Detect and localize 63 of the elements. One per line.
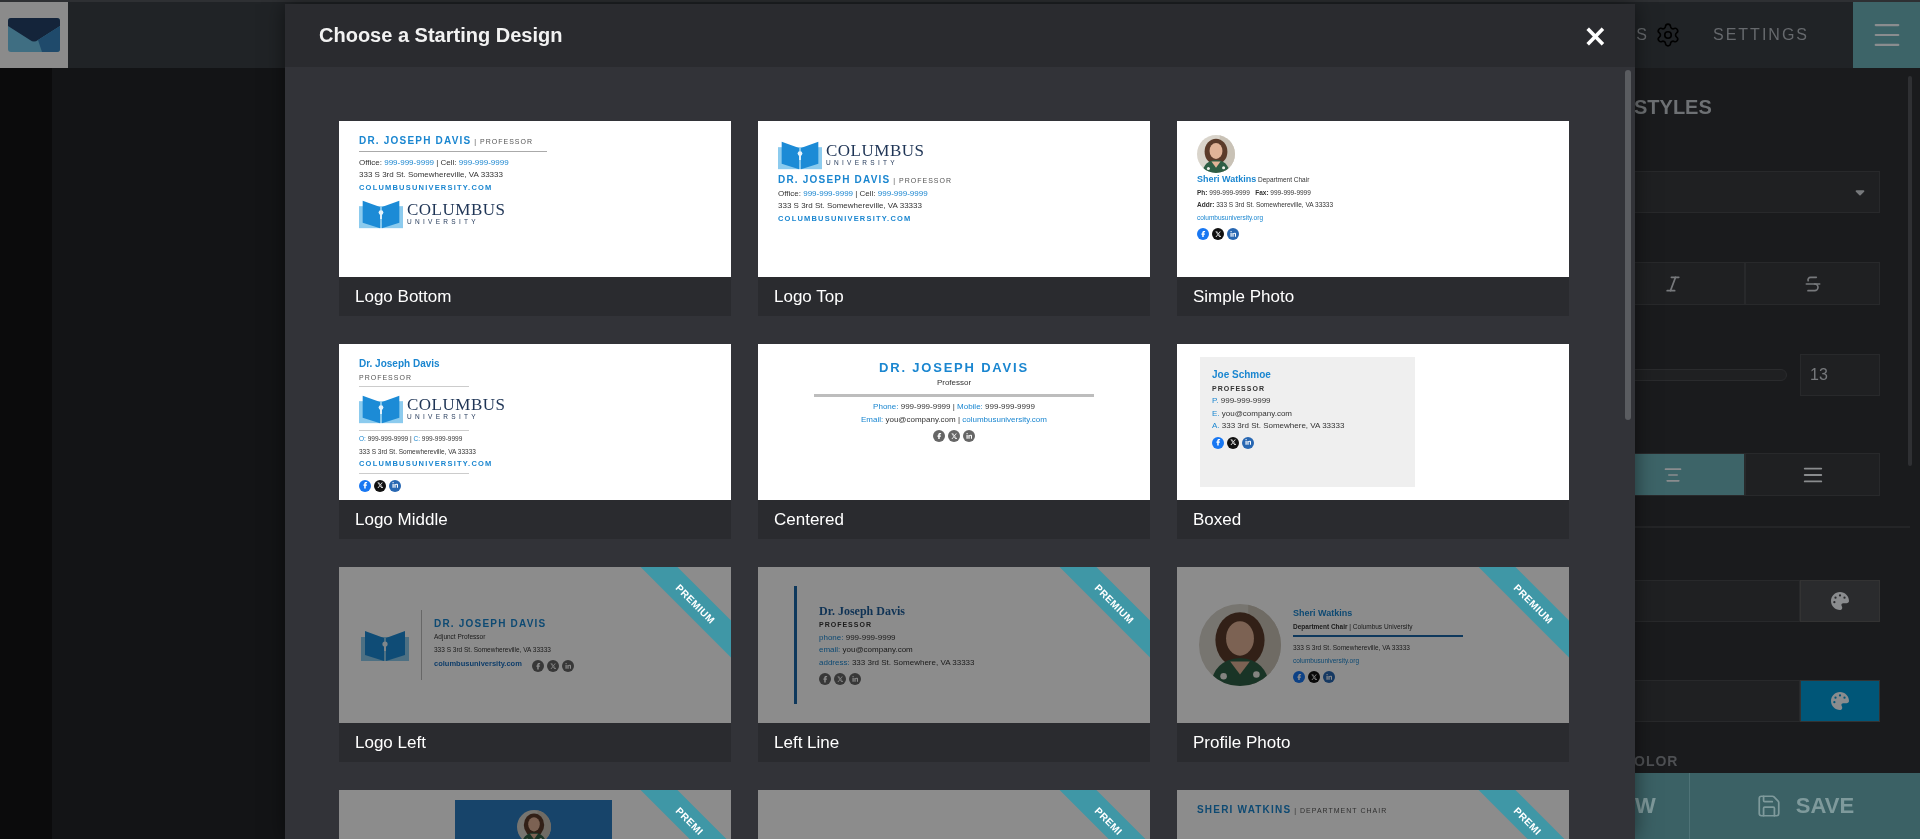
design-card[interactable]: DR. JOSEPH DAVIS Professor Phone: 999-999-9999 | Mobile: 999-999-9999 Email: you@company.com | columbusuniversity.com Centered: [758, 344, 1150, 539]
signature-text: P. 999-999-9999: [1212, 395, 1271, 407]
font-size-field[interactable]: 13: [1800, 354, 1880, 396]
x-icon[interactable]: [1212, 228, 1224, 240]
design-name: Logo Left: [339, 723, 731, 762]
facebook-icon[interactable]: [531, 660, 544, 673]
facebook-icon[interactable]: [933, 430, 945, 442]
design-name: Logo Middle: [339, 500, 731, 539]
logo-title: COLUMBUS: [826, 142, 925, 160]
signature-text: Sheri Watkins: [1293, 607, 1353, 620]
design-name: Boxed: [1177, 500, 1569, 539]
signature-text: DR. JOSEPH DAVIS: [434, 617, 547, 631]
x-icon[interactable]: [1227, 436, 1239, 449]
signature-text: 333 S 3rd St. Somewhereville, VA 33333: [778, 200, 922, 212]
signature-text: Joe Schmoe: [1212, 369, 1271, 382]
signature-text: Office: 999-999-9999 | Cell: 999-999-9999: [359, 156, 509, 169]
signature-text: address: 333 3rd St. Somewhere, VA 33333: [819, 656, 975, 669]
linkedin-icon[interactable]: [1323, 671, 1335, 683]
design-name: Profile Photo: [1177, 723, 1569, 762]
panel-heading: STYLES: [1634, 96, 1713, 120]
facebook-icon[interactable]: [1197, 228, 1209, 240]
signature-text: Dr. Joseph Davis: [819, 604, 905, 620]
signature-text: 333 S 3rd St. Somewhereville, VA 33333: [359, 169, 503, 181]
design-name: Left Line: [758, 723, 1150, 762]
x-icon[interactable]: [374, 479, 386, 492]
menu-button[interactable]: [1853, 2, 1920, 68]
signature-text: Dr. Joseph Davis: [359, 358, 440, 371]
x-icon[interactable]: [1308, 671, 1320, 683]
signature-text: Office: 999-999-9999 | Cell: 999-999-9999: [778, 187, 928, 200]
save-icon: [1755, 793, 1782, 819]
palette-icon: [1831, 692, 1849, 710]
linkedin-icon[interactable]: [389, 479, 401, 492]
linkedin-icon[interactable]: [849, 673, 861, 686]
linkedin-icon[interactable]: [1227, 228, 1239, 240]
signature-text: Professor: [936, 376, 972, 389]
signature-text: Phone: 999-999-9999 | Mobile: 999-999-9999: [873, 401, 1035, 413]
linkedin-icon[interactable]: [561, 660, 574, 673]
palette-button[interactable]: [1800, 680, 1880, 722]
signature-text: email: you@company.com: [819, 644, 913, 657]
signature-text: A. 333 3rd St. Somewhere, VA 33333: [1212, 420, 1345, 432]
facebook-icon[interactable]: [1293, 671, 1305, 683]
design-name: Centered: [758, 500, 1150, 539]
design-name: Simple Photo: [1177, 277, 1569, 316]
facebook-icon[interactable]: [359, 479, 371, 492]
linkedin-icon[interactable]: [1242, 436, 1254, 449]
dialog-title: Choose a Starting Design: [319, 24, 563, 47]
linkedin-icon[interactable]: [963, 430, 975, 442]
signature-text: Email: you@company.com | columbusuniversity.com: [861, 413, 1047, 426]
logo-title: COLUMBUS: [407, 396, 506, 414]
palette-icon: [1831, 592, 1849, 610]
signature-text: DR. JOSEPH DAVIS: [879, 362, 1029, 377]
palette-button[interactable]: [1800, 580, 1880, 622]
settings-icon: [1655, 22, 1681, 48]
facebook-icon[interactable]: [1212, 436, 1224, 449]
facebook-icon[interactable]: [819, 673, 831, 686]
signature-text: phone: 999-999-9999: [819, 631, 896, 644]
close-button[interactable]: ×: [1582, 20, 1608, 51]
design-name: Logo Bottom: [339, 277, 731, 316]
design-name: Logo Top: [758, 277, 1150, 316]
envelope-icon: [8, 18, 60, 52]
logo-title: COLUMBUS: [407, 201, 506, 219]
signature-text: E. you@company.com: [1212, 407, 1292, 420]
scrollbar-thumb[interactable]: [1625, 70, 1631, 420]
